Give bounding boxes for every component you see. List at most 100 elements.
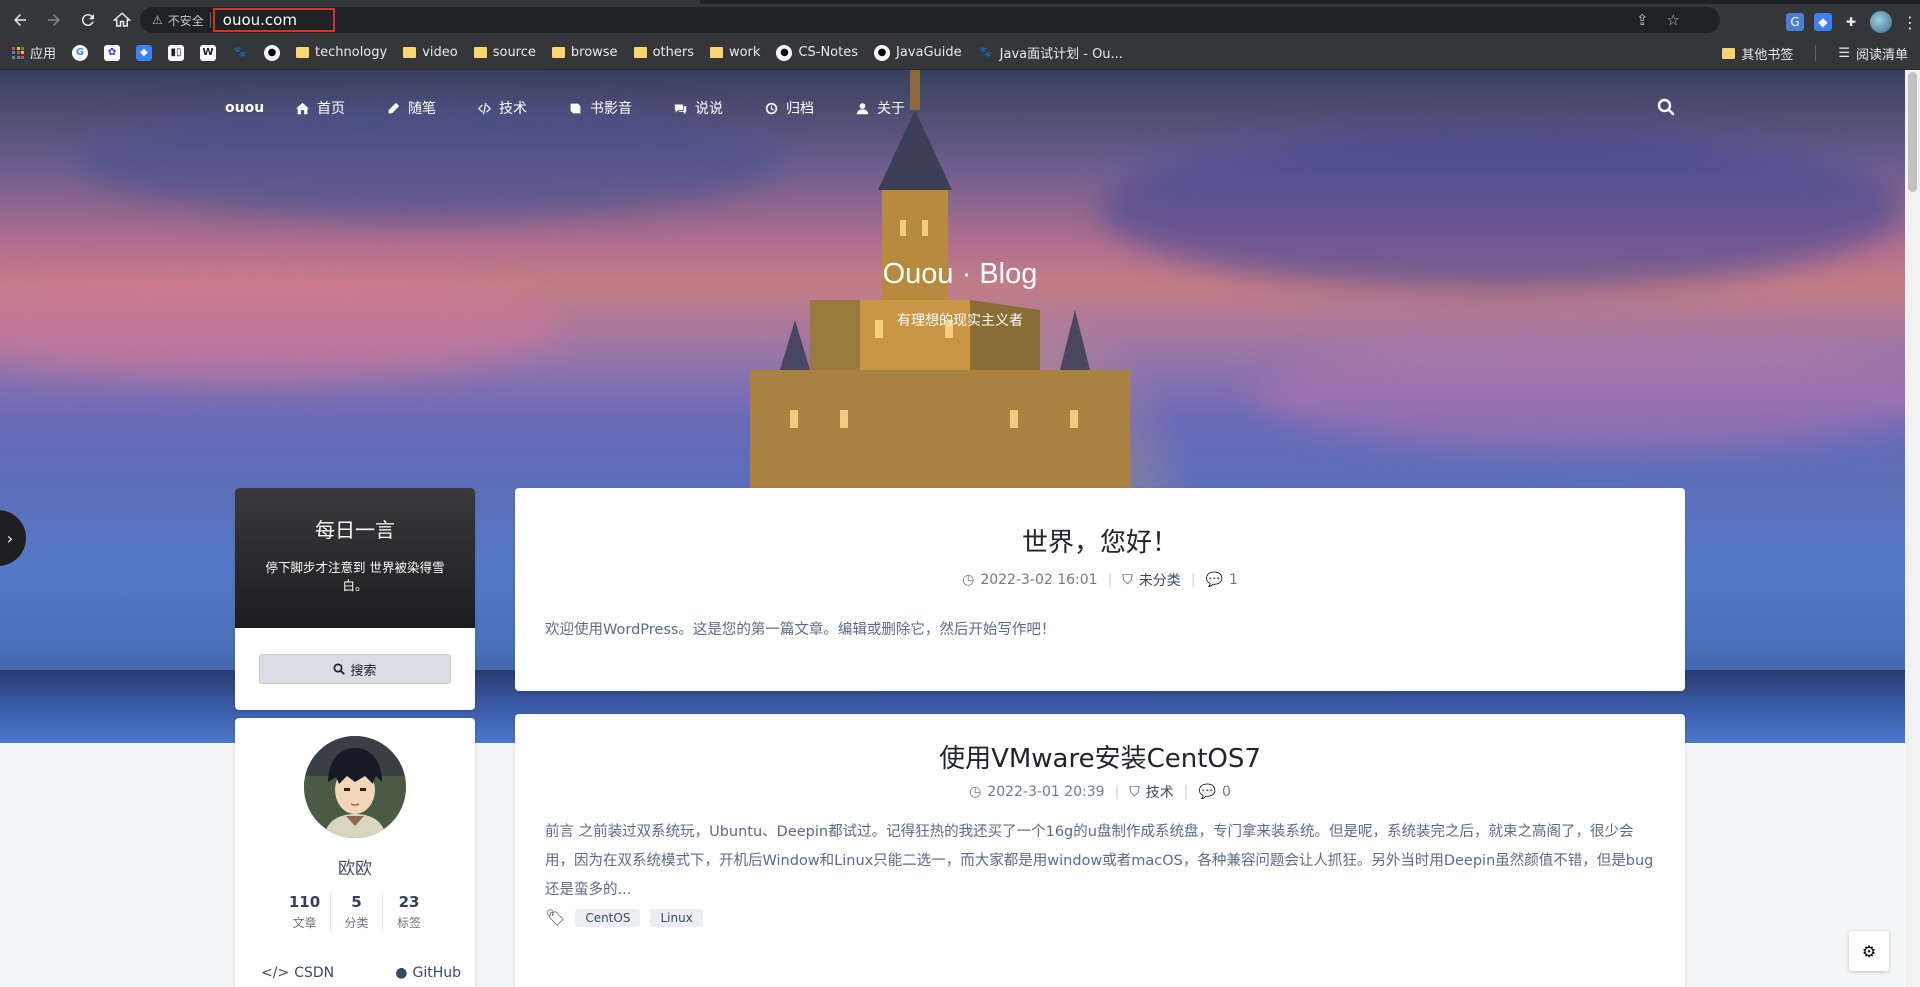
extensions-area: G ◆ ✚ ⋮ <box>1786 11 1918 33</box>
reading-list[interactable]: ☰ 阅读清单 <box>1838 44 1908 63</box>
share-icon[interactable]: ⇪ <box>1636 11 1649 29</box>
page-scrollbar[interactable] <box>1905 70 1920 987</box>
github-icon: ● <box>776 44 793 61</box>
user-icon <box>856 102 869 114</box>
bookmark-star-icon[interactable]: ☆ <box>1667 11 1680 29</box>
other-bookmarks[interactable]: 其他书签 <box>1722 44 1793 63</box>
nav-item-essays[interactable]: 随笔 <box>387 98 436 118</box>
avatar[interactable] <box>304 736 406 838</box>
bookmark-label: technology <box>315 45 388 60</box>
csdn-link[interactable]: </> CSDN <box>261 965 334 981</box>
link-label: CSDN <box>294 965 335 981</box>
more-menu-icon[interactable]: ⋮ <box>1902 13 1918 32</box>
nav-item-archive[interactable]: 归档 <box>765 98 814 118</box>
bookmark-label: 应用 <box>30 47 57 62</box>
bookmark-paw[interactable]: 🐾 <box>232 45 248 61</box>
stat-label: 分类 <box>344 916 369 930</box>
bookmark-folder-technology[interactable]: technology <box>296 45 387 60</box>
post-comments[interactable]: 💬 1 <box>1206 572 1238 588</box>
bookmark-cs-notes[interactable]: ● CS-Notes <box>776 44 858 61</box>
nav-item-talks[interactable]: 说说 <box>674 98 723 118</box>
bookmark-label: source <box>492 45 536 60</box>
bookmark-apps[interactable]: 应用 <box>12 43 56 62</box>
nav-item-about[interactable]: 关于 <box>856 98 905 118</box>
profile-name[interactable]: 欧欧 <box>235 854 475 879</box>
site-brand[interactable]: ouou <box>225 100 264 116</box>
scrollbar-thumb[interactable] <box>1908 72 1917 192</box>
bookmark-github[interactable]: ● <box>264 44 281 61</box>
tag-centos[interactable]: CentOS <box>575 908 641 927</box>
profile-avatar-icon[interactable] <box>1870 11 1892 33</box>
search-button[interactable]: 搜索 <box>259 654 451 684</box>
post-category-text: 技术 <box>1145 785 1174 801</box>
reload-button[interactable] <box>74 6 102 34</box>
nav-item-label: 首页 <box>317 101 345 117</box>
settings-button[interactable]: ⚙ <box>1849 931 1889 971</box>
home-button[interactable] <box>108 6 136 34</box>
nav-item-tech[interactable]: 技术 <box>478 98 527 118</box>
bookmark-blue-app[interactable]: ◆ <box>136 44 153 61</box>
bookmark-javaguide[interactable]: ● JavaGuide <box>874 44 962 61</box>
folder-icon <box>403 47 417 58</box>
post-title[interactable]: 使用VMware安装CentOS7 <box>515 738 1685 775</box>
arrow-left-icon <box>14 14 26 26</box>
bookmark-label: JavaGuide <box>896 45 962 60</box>
blue-extension-icon[interactable]: ◆ <box>1814 13 1832 31</box>
stat-tags[interactable]: 23 标签 <box>383 893 435 931</box>
post-category[interactable]: ⛉ 技术 <box>1129 782 1174 802</box>
address-bar[interactable]: ⚠ 不安全 ouou.com ⇪ ☆ <box>140 7 1720 33</box>
bookmark-google[interactable]: G <box>72 44 89 61</box>
stat-label: 文章 <box>292 916 317 930</box>
nav-item-home[interactable]: 首页 <box>296 98 345 118</box>
folder-icon <box>1722 47 1736 59</box>
bookmark-folder-browse[interactable]: browse <box>551 45 618 60</box>
post-category[interactable]: ⛉ 未分类 <box>1122 570 1181 590</box>
folder-icon <box>473 47 487 58</box>
stat-categories[interactable]: 5 分类 <box>331 893 383 931</box>
search-icon[interactable] <box>1657 98 1675 116</box>
apps-grid-icon <box>12 46 24 59</box>
code-icon <box>478 102 491 114</box>
bookmark-baidu[interactable]: ✿ <box>104 44 121 61</box>
home-icon <box>296 102 309 114</box>
bookmark-icon: ⛉ <box>1129 784 1140 800</box>
translate-extension-icon[interactable]: G <box>1786 13 1804 31</box>
post-date-text: 2022-3-02 16:01 <box>980 572 1098 588</box>
paw-icon: 🐾 <box>233 47 247 58</box>
profile-links: </> CSDN ● GitHub <box>261 965 461 981</box>
arrow-right-icon <box>48 14 60 26</box>
link-label: GitHub <box>412 965 461 981</box>
search-button-label: 搜索 <box>350 663 377 679</box>
forward-button[interactable] <box>40 6 68 34</box>
trello-icon: ▮▯ <box>168 44 185 61</box>
github-link[interactable]: ● GitHub <box>395 965 461 981</box>
bookmark-folder-others[interactable]: others <box>633 45 694 60</box>
nav-item-label: 技术 <box>499 101 527 117</box>
bookmark-folder-video[interactable]: video <box>403 45 458 60</box>
bookmarks-right: 其他书签 ☰ 阅读清单 <box>1722 36 1908 70</box>
tag-linux[interactable]: Linux <box>650 908 703 927</box>
nav-item-media[interactable]: 书影音 <box>569 98 632 118</box>
nav-item-label: 关于 <box>877 101 905 117</box>
bookmarks-divider <box>1815 45 1817 61</box>
security-indicator[interactable]: ⚠ 不安全 <box>152 12 204 29</box>
post-meta: ◷ 2022-3-02 16:01 | ⛉ 未分类 | 💬 1 <box>515 570 1685 590</box>
bookmark-trello[interactable]: ▮▯ <box>168 44 185 61</box>
nav-item-label: 随笔 <box>408 101 436 117</box>
url-text[interactable]: ouou.com <box>212 8 335 32</box>
back-button[interactable] <box>6 6 34 34</box>
stat-posts[interactable]: 110 文章 <box>279 893 331 931</box>
folder-icon <box>709 47 723 58</box>
bookmark-java-interview[interactable]: 🐾 Java面试计划 - Ou... <box>978 43 1123 62</box>
bookmark-wikipedia[interactable]: W <box>200 44 217 61</box>
bookmark-folder-work[interactable]: work <box>709 45 760 60</box>
book-icon <box>570 103 581 113</box>
profile-card: 欧欧 110 文章 5 分类 23 标签 </> CSDN ● GitHub <box>235 718 475 987</box>
bookmark-folder-source[interactable]: source <box>473 45 536 60</box>
post-comments[interactable]: 💬 0 <box>1199 784 1231 800</box>
puzzle-icon[interactable]: ✚ <box>1842 13 1860 31</box>
google-icon: G <box>72 44 89 61</box>
post-title[interactable]: 世界，您好！ <box>515 522 1685 559</box>
bookmark-icon: ⛉ <box>1122 572 1133 588</box>
cloud-shape <box>1250 340 1920 450</box>
